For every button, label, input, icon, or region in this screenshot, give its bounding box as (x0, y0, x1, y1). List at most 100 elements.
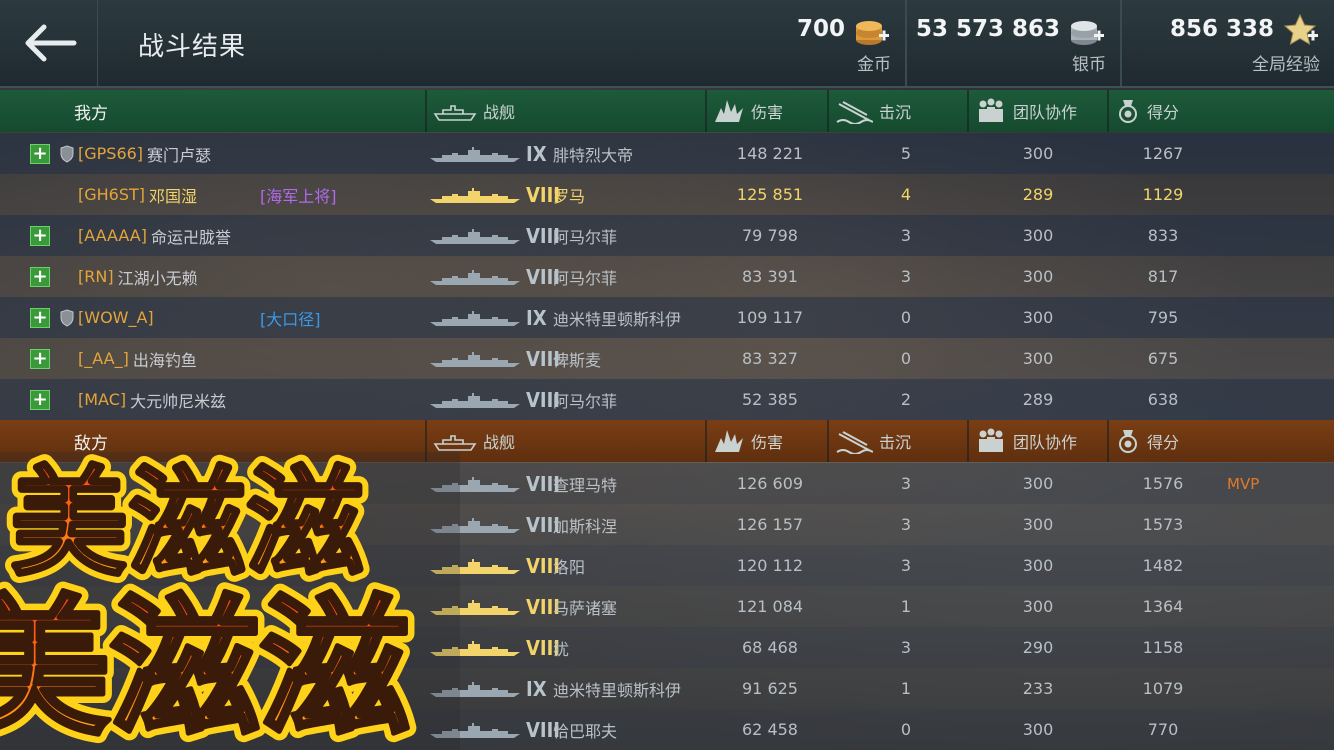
column-damage[interactable]: 伤害 (705, 90, 827, 132)
player-name[interactable]: [RN] 江湖小无赖 (78, 256, 198, 297)
ally-team-label: 我方 (74, 103, 108, 124)
table-row[interactable]: + [AAAAA] 命运卍胧誉 VIII 阿马尔菲 79 798 3 300 833 (0, 215, 1334, 256)
ship-name: 俾斯麦 (553, 350, 602, 370)
column-ship[interactable]: 战舰 (425, 420, 705, 462)
shield-icon (60, 297, 74, 338)
player-rank-badge: [海军上将] (260, 186, 337, 206)
kills-value: 3 (900, 556, 912, 575)
column-damage-label: 伤害 (751, 433, 784, 452)
score-value: 675 (1147, 349, 1179, 368)
score-value: 817 (1147, 267, 1179, 286)
ship-name: 加斯科涅 (553, 516, 618, 536)
teamwork-value: 300 (1022, 515, 1054, 534)
clan-tag: [_AA_] (78, 349, 129, 368)
xp-currency[interactable]: 856 338 全局经验 (1121, 0, 1334, 86)
ship-silhouette-icon (430, 392, 520, 408)
teamwork-value: 300 (1022, 556, 1054, 575)
clan-tag: [GH6ST] (78, 185, 146, 204)
back-arrow-icon (25, 24, 76, 62)
ship-silhouette (428, 379, 522, 420)
kills-value: 1 (900, 679, 912, 698)
player-name[interactable]: [GH6ST] 邓国湿 (78, 174, 197, 215)
table-row[interactable]: + [RN] 江湖小无赖 VIII 阿马尔菲 83 391 3 300 817 (0, 256, 1334, 297)
ship-icon (433, 435, 477, 451)
ship-silhouette (428, 174, 522, 215)
back-button[interactable] (0, 0, 98, 86)
column-score-label: 得分 (1147, 103, 1180, 122)
score-value: 770 (1147, 720, 1179, 739)
column-team-label: 团队协作 (1013, 103, 1078, 122)
ship-silhouette (428, 256, 522, 297)
kills-value: 4 (900, 185, 912, 204)
table-row[interactable]: [GH6ST] 邓国湿 [海军上将] VIII 罗马 125 851 4 289 1129 (0, 174, 1334, 215)
damage-value: 148 221 (736, 144, 804, 163)
ship-name: 腓特烈大帝 (553, 145, 634, 165)
table-row[interactable]: + [WOW_A] [大口径] IX 迪米特里顿斯科伊 109 117 0 300 795 (0, 297, 1334, 338)
kills-value: 2 (900, 390, 912, 409)
score-value: 1573 (1142, 515, 1184, 534)
kills-value: 0 (900, 308, 912, 327)
teamwork-value: 300 (1022, 349, 1054, 368)
ship-name: 查理马特 (553, 475, 618, 495)
ship-silhouette (428, 338, 522, 379)
silver-currency[interactable]: 53 573 863 银币 (906, 0, 1120, 86)
add-friend-button[interactable]: + (30, 308, 50, 328)
player-nickname: 江湖小无赖 (117, 268, 198, 288)
add-friend-button[interactable]: + (30, 349, 50, 369)
xp-label: 全局经验 (1252, 55, 1320, 75)
column-ship[interactable]: 战舰 (425, 90, 705, 132)
column-kills[interactable]: 击沉 (827, 90, 967, 132)
ship-silhouette (428, 215, 522, 256)
player-name[interactable]: [MAC] 大元帅尼米兹 (78, 379, 226, 420)
column-team[interactable]: 团队协作 (967, 90, 1107, 132)
medal-icon (1119, 430, 1137, 453)
column-kills[interactable]: 击沉 (827, 420, 967, 462)
column-score[interactable]: 得分 (1107, 420, 1334, 462)
add-friend-button[interactable]: + (30, 226, 50, 246)
sinking-ship-icon (836, 431, 873, 454)
column-score-label: 得分 (1147, 433, 1180, 452)
clan-tag: [GPS66] (78, 144, 144, 163)
teamwork-value: 289 (1022, 185, 1054, 204)
teamwork-value: 300 (1022, 597, 1054, 616)
column-team-label: 团队协作 (1013, 433, 1078, 452)
explosion-icon (715, 100, 743, 122)
ship-icon (433, 105, 477, 121)
gold-coins-plus-icon (856, 21, 889, 45)
table-row[interactable]: + [GPS66] 赛门卢瑟 IX 腓特烈大帝 148 221 5 300 1267 (0, 133, 1334, 174)
shield-icon (60, 133, 74, 174)
mvp-badge: MVP (1227, 474, 1260, 493)
column-damage[interactable]: 伤害 (705, 420, 827, 462)
damage-value: 83 327 (742, 349, 798, 368)
clan-tag: [MAC] (78, 390, 127, 409)
table-row[interactable]: + [MAC] 大元帅尼米兹 VIII 阿马尔菲 52 385 2 289 638 (0, 379, 1334, 420)
player-name[interactable]: [WOW_A] (78, 297, 158, 338)
teamwork-value: 290 (1022, 638, 1054, 657)
add-friend-button[interactable]: + (30, 390, 50, 410)
gold-currency[interactable]: 700 金币 (700, 0, 905, 86)
player-name[interactable]: [_AA_] 出海钓鱼 (78, 338, 197, 379)
player-name[interactable]: [AAAAA] 命运卍胧誉 (78, 215, 231, 256)
table-row[interactable]: + [_AA_] 出海钓鱼 VIII 俾斯麦 83 327 0 300 675 (0, 338, 1334, 379)
score-value: 638 (1147, 390, 1179, 409)
kills-value: 3 (900, 267, 912, 286)
team-icon (979, 428, 1003, 452)
add-friend-button[interactable]: + (30, 267, 50, 287)
kills-value: 0 (900, 720, 912, 739)
damage-value: 126 157 (736, 515, 804, 534)
score-value: 833 (1147, 226, 1179, 245)
player-name[interactable]: [GPS66] 赛门卢瑟 (78, 133, 211, 174)
damage-value: 125 851 (736, 185, 804, 204)
add-friend-button[interactable]: + (30, 144, 50, 164)
kills-value: 3 (900, 474, 912, 493)
score-value: 1482 (1142, 556, 1184, 575)
column-score[interactable]: 得分 (1107, 90, 1334, 132)
ship-silhouette-icon (430, 228, 520, 244)
column-team[interactable]: 团队协作 (967, 420, 1107, 462)
silver-amount: 53 573 863 (915, 16, 1060, 42)
clan-tag: [WOW_A] (78, 308, 154, 327)
ship-silhouette-icon (430, 310, 520, 326)
ship-name: 洛阳 (553, 557, 586, 577)
clan-tag: [AAAAA] (78, 226, 147, 245)
player-nickname: 出海钓鱼 (132, 350, 197, 370)
